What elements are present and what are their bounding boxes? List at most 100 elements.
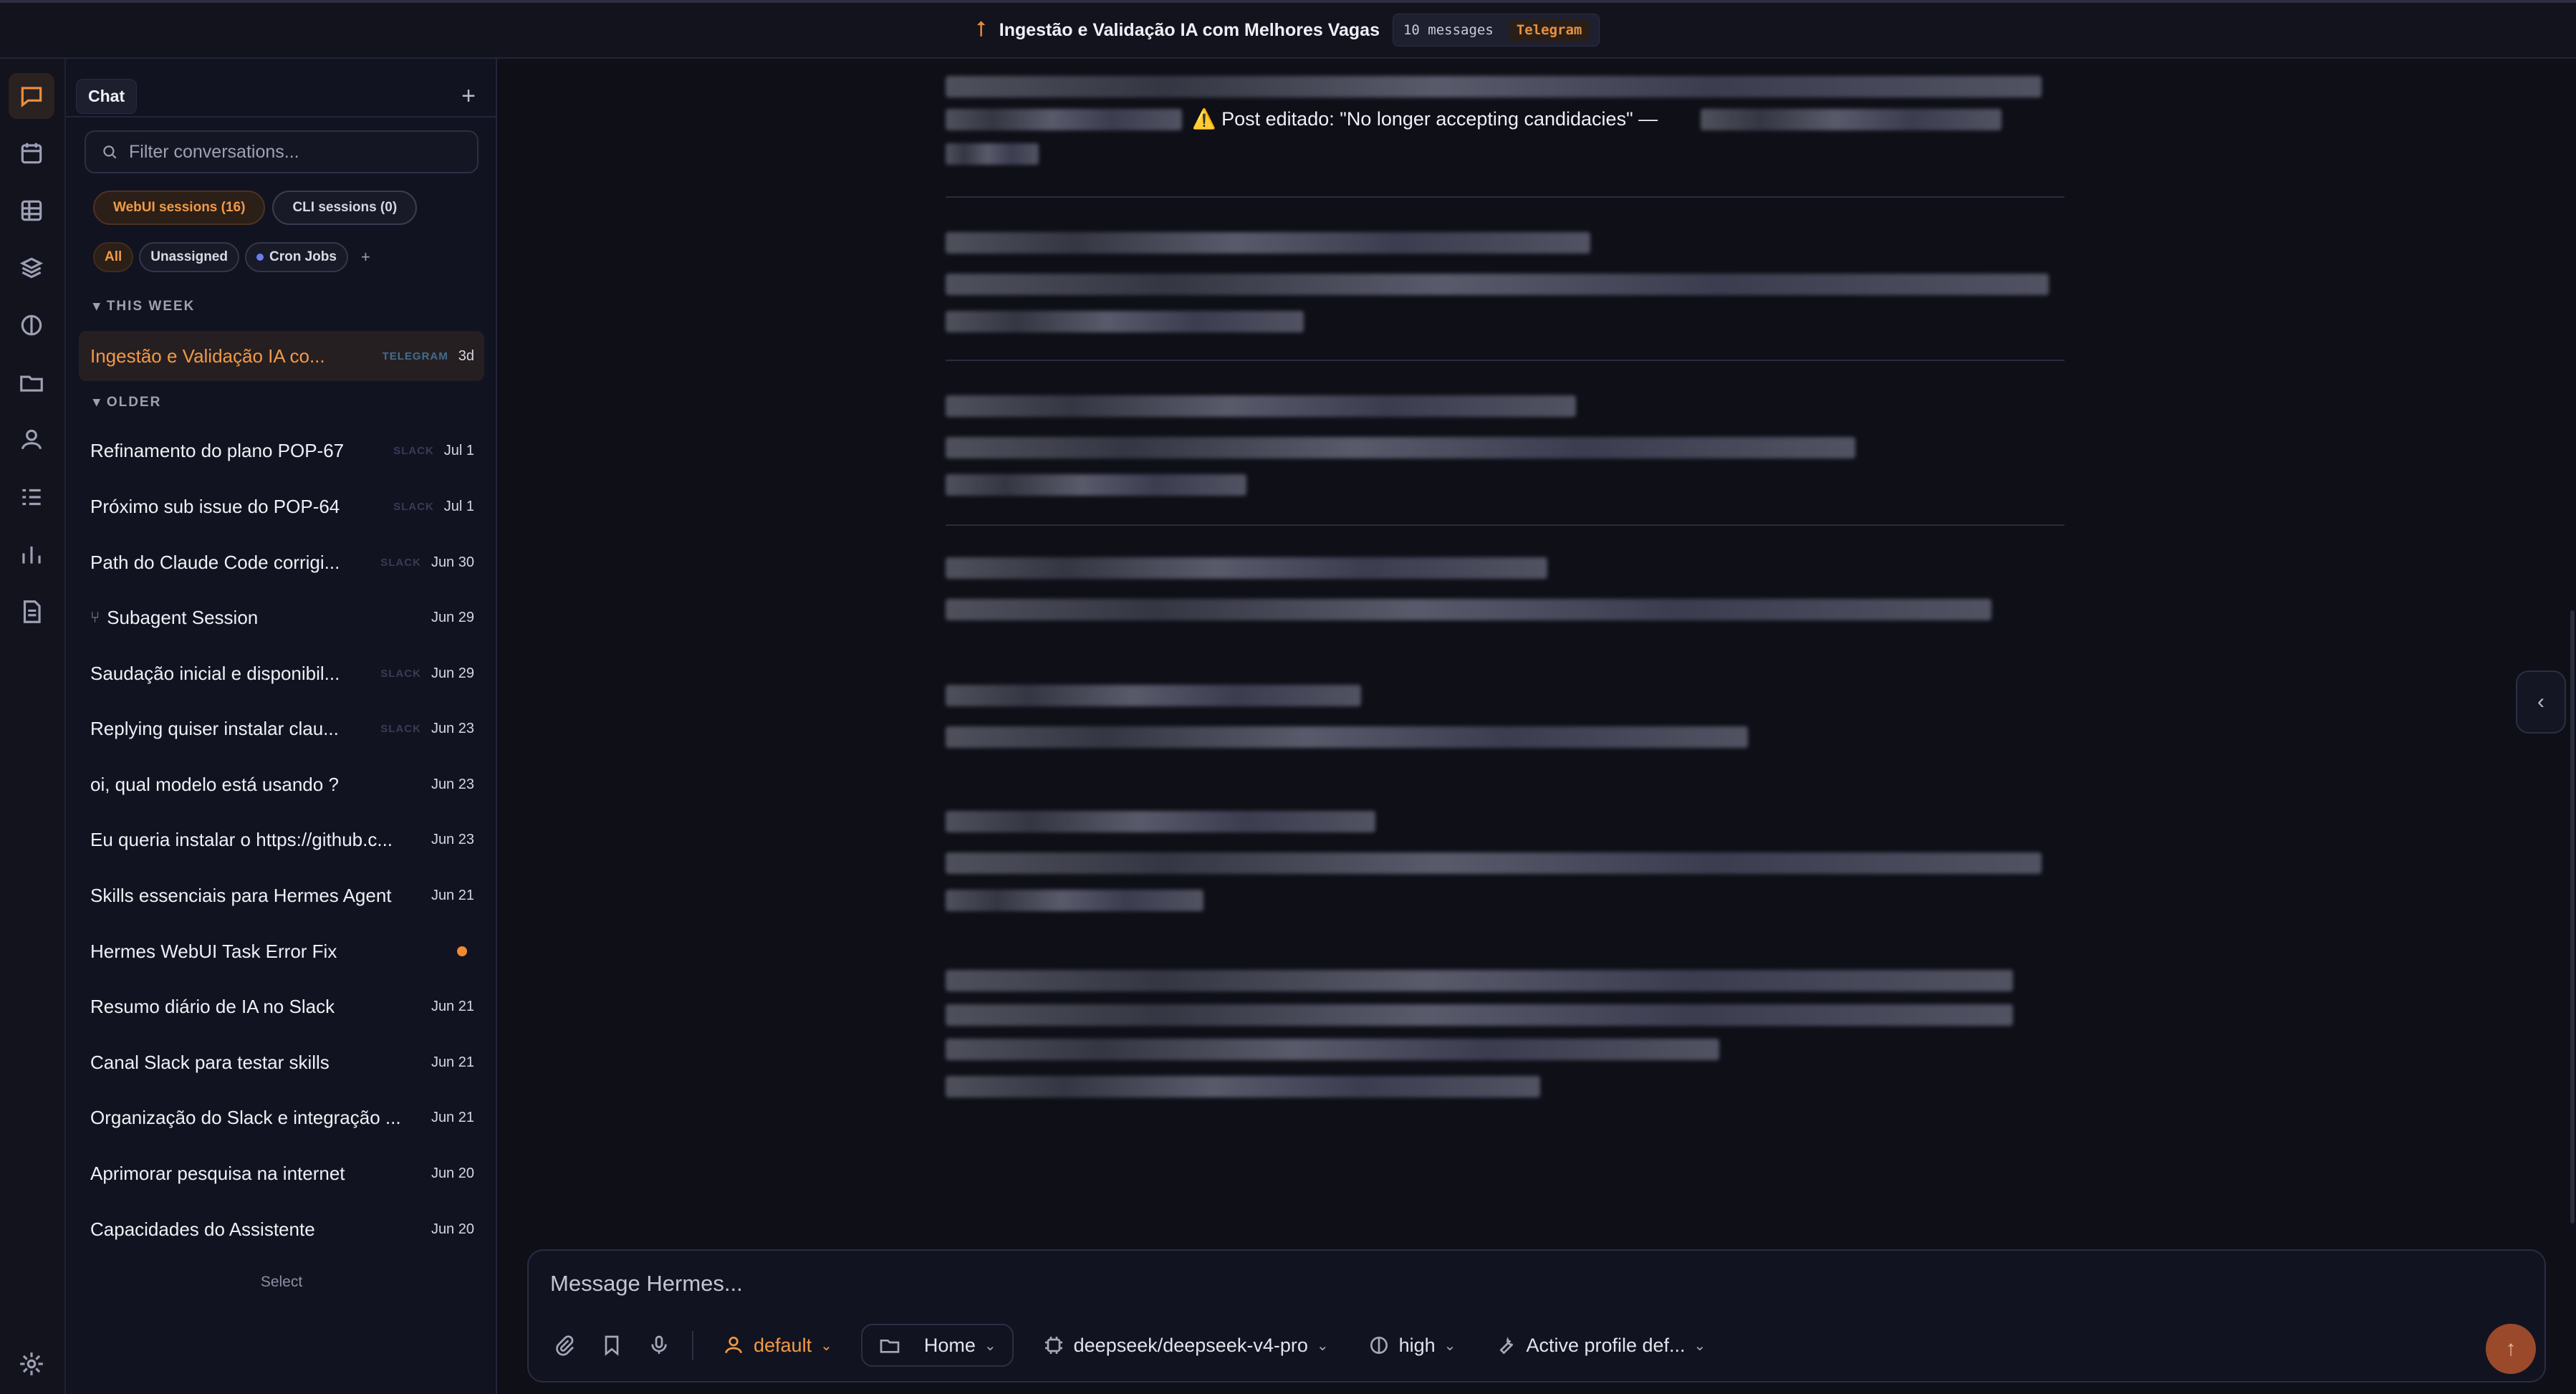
conversation-date: Jun 20 bbox=[431, 1165, 474, 1181]
new-conversation-button[interactable]: + bbox=[453, 82, 484, 110]
scrollbar[interactable] bbox=[2570, 610, 2575, 1224]
calendar-icon[interactable] bbox=[9, 130, 54, 176]
conversation-item[interactable]: oi, qual modelo está usando ? Jun 23 bbox=[79, 759, 484, 809]
model-label: deepseek/deepseek-v4-pro bbox=[1073, 1334, 1308, 1356]
attach-icon[interactable] bbox=[550, 1331, 579, 1360]
filter-bar: All Unassigned Cron Jobs + bbox=[93, 242, 378, 272]
conversation-title: oi, qual modelo está usando ? bbox=[90, 773, 339, 795]
post-edited-notice: ⚠️ Post editado: "No longer accepting ca… bbox=[1192, 108, 1658, 130]
conversation-title: Organização do Slack e integração ... bbox=[90, 1106, 401, 1128]
redacted-text-line bbox=[946, 599, 1991, 620]
conversation-item[interactable]: Canal Slack para testar skills Jun 21 bbox=[79, 1037, 484, 1087]
conversation-title: Ingestão e Validação IA co... bbox=[90, 345, 325, 367]
message-composer: default ⌄ Home ⌄ deepseek/deepseek-v4-pr… bbox=[527, 1249, 2546, 1383]
redacted-text-line bbox=[946, 970, 2013, 991]
grid-icon[interactable] bbox=[9, 188, 54, 234]
model-selector[interactable]: deepseek/deepseek-v4-pro ⌄ bbox=[1032, 1324, 1339, 1367]
conversation-date: Jun 21 bbox=[431, 887, 474, 903]
conversation-item-active[interactable]: Ingestão e Validação IA co... TELEGRAM 3… bbox=[79, 331, 484, 381]
layers-icon[interactable] bbox=[9, 245, 54, 291]
chevron-down-icon: ⌄ bbox=[820, 1337, 832, 1354]
conversation-item[interactable]: Próximo sub issue do POP-64 SLACK Jul 1 bbox=[79, 481, 484, 532]
select-button[interactable]: Select bbox=[66, 1274, 497, 1291]
filter-cron-jobs[interactable]: Cron Jobs bbox=[244, 242, 348, 272]
settings-icon[interactable] bbox=[9, 1341, 54, 1387]
conversation-item[interactable]: Skills essenciais para Hermes Agent Jun … bbox=[79, 870, 484, 920]
search-icon bbox=[103, 145, 117, 159]
chat-icon[interactable] bbox=[9, 73, 54, 119]
redacted-text-line bbox=[946, 395, 1576, 417]
redacted-text-line bbox=[946, 311, 1304, 332]
sidebar-header: Chat + bbox=[76, 76, 484, 116]
brain-icon[interactable] bbox=[9, 302, 54, 348]
redacted-text-line bbox=[946, 890, 1203, 911]
user-icon[interactable] bbox=[9, 417, 54, 463]
folder-icon[interactable] bbox=[9, 360, 54, 405]
filter-all[interactable]: All bbox=[93, 242, 134, 272]
conversation-date: Jul 1 bbox=[443, 498, 474, 514]
divider bbox=[692, 1331, 693, 1360]
chevron-down-icon: ⌄ bbox=[1316, 1337, 1329, 1354]
conversation-item[interactable]: Eu queria instalar o https://github.c...… bbox=[79, 814, 484, 865]
source-badge: Telegram bbox=[1509, 19, 1590, 41]
conversation-item[interactable]: Organização do Slack e integração ... Ju… bbox=[79, 1092, 484, 1143]
filter-unassigned[interactable]: Unassigned bbox=[139, 242, 239, 272]
chevron-left-icon: ‹ bbox=[2537, 690, 2544, 713]
conversation-item[interactable]: ⑂ Subagent Session Jun 29 bbox=[79, 592, 484, 643]
redacted-text-line bbox=[946, 109, 1182, 130]
conversation-date: Jun 29 bbox=[431, 609, 474, 625]
redacted-text-line bbox=[946, 1039, 1719, 1060]
workspace-selector[interactable]: Home ⌄ bbox=[860, 1324, 1014, 1367]
microphone-icon[interactable] bbox=[645, 1331, 673, 1360]
toolset-selector[interactable]: Active profile def... ⌄ bbox=[1484, 1324, 1716, 1367]
conversation-title: Path do Claude Code corrigi... bbox=[90, 551, 340, 573]
conversation-header: ⭡ Ingestão e Validação IA com Melhores V… bbox=[0, 0, 2576, 59]
chart-icon[interactable] bbox=[9, 532, 54, 577]
source-tag: SLACK bbox=[380, 667, 421, 680]
conversation-date: Jun 29 bbox=[431, 665, 474, 681]
pin-icon: ⭡ bbox=[976, 18, 986, 42]
conversation-title: Replying quiser instalar clau... bbox=[90, 717, 339, 739]
conversation-date: Jun 21 bbox=[431, 998, 474, 1014]
document-icon[interactable] bbox=[9, 589, 54, 635]
redacted-text-line bbox=[1701, 109, 2001, 130]
tasks-icon[interactable] bbox=[9, 474, 54, 520]
conversation-item[interactable]: Resumo diário de IA no Slack Jun 21 bbox=[79, 981, 484, 1032]
workspace-label: Home bbox=[923, 1334, 976, 1356]
bookmark-icon[interactable] bbox=[597, 1331, 626, 1360]
send-button[interactable]: ↑ bbox=[2486, 1324, 2536, 1374]
message-input[interactable] bbox=[550, 1271, 2484, 1307]
add-filter-button[interactable]: + bbox=[354, 248, 378, 266]
filter-cron-label: Cron Jobs bbox=[269, 249, 337, 264]
conversation-item[interactable]: Refinamento do plano POP-67 SLACK Jul 1 bbox=[79, 426, 484, 476]
conversation-title: Ingestão e Validação IA com Melhores Vag… bbox=[999, 19, 1380, 40]
section-this-week[interactable]: ▾ THIS WEEK bbox=[93, 298, 195, 314]
redacted-text-line bbox=[946, 437, 1855, 458]
source-tag: SLACK bbox=[393, 444, 434, 457]
redacted-text-line bbox=[946, 685, 1361, 706]
conversation-title: Eu queria instalar o https://github.c... bbox=[90, 828, 393, 850]
source-tag: SLACK bbox=[380, 556, 421, 569]
conversation-item[interactable]: Hermes WebUI Task Error Fix bbox=[79, 926, 484, 976]
conversation-item[interactable]: Saudação inicial e disponibil... SLACK J… bbox=[79, 648, 484, 698]
tab-chat[interactable]: Chat bbox=[76, 78, 138, 114]
toggle-panel-button[interactable]: ‹ bbox=[2516, 670, 2566, 734]
message-divider bbox=[946, 360, 2065, 361]
cron-dot-icon bbox=[256, 254, 264, 261]
source-tag: SLACK bbox=[380, 722, 421, 735]
conversation-item[interactable]: Path do Claude Code corrigi... SLACK Jun… bbox=[79, 537, 484, 587]
search-input[interactable] bbox=[129, 141, 458, 163]
conversation-item[interactable]: Aprimorar pesquisa na internet Jun 20 bbox=[79, 1148, 484, 1198]
tab-cli-sessions[interactable]: CLI sessions (0) bbox=[272, 191, 418, 225]
conversation-item[interactable]: Replying quiser instalar clau... SLACK J… bbox=[79, 703, 484, 754]
chevron-down-icon: ⌄ bbox=[1693, 1337, 1706, 1354]
conversation-title: Capacidades do Assistente bbox=[90, 1218, 315, 1240]
branch-icon: ⑂ bbox=[90, 608, 100, 626]
tab-webui-sessions[interactable]: WebUI sessions (16) bbox=[93, 191, 266, 225]
conversation-item[interactable]: Capacidades do Assistente Jun 20 bbox=[79, 1204, 484, 1254]
message-divider bbox=[946, 524, 2065, 526]
source-tag: TELEGRAM bbox=[382, 350, 448, 362]
profile-selector[interactable]: default ⌄ bbox=[712, 1324, 842, 1367]
section-older[interactable]: ▾ OLDER bbox=[93, 394, 161, 410]
reasoning-selector[interactable]: high ⌄ bbox=[1357, 1324, 1466, 1367]
